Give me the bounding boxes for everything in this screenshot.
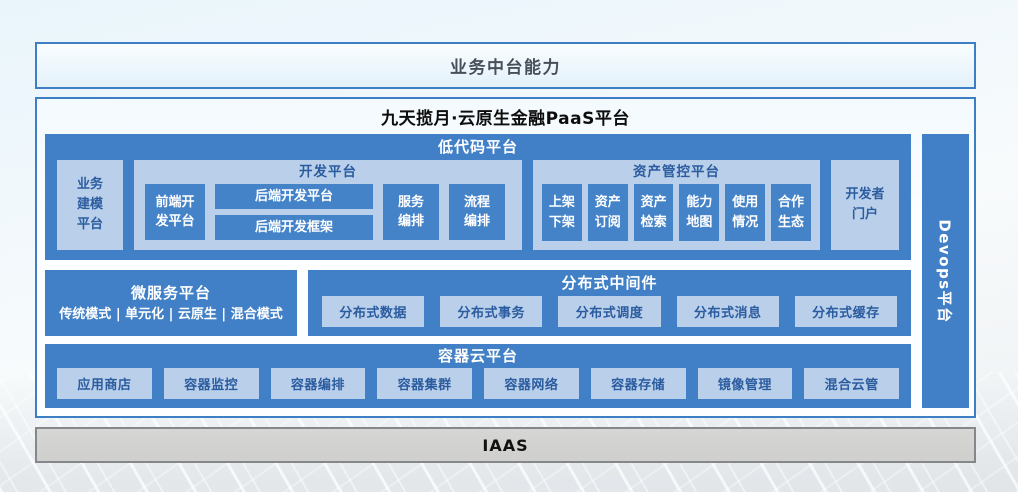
backend-stack: 后端开发平台 后端开发框架 (215, 184, 373, 240)
middleware-title: 分布式中间件 (308, 270, 911, 296)
developer-portal-box: 开发者 门户 (831, 160, 899, 250)
asset-item-capability-map: 能力 地图 (679, 184, 719, 241)
dev-platform-items: 前端开 发平台 后端开发平台 后端开发框架 服务 编排 流程 编排 (134, 184, 522, 250)
container-item-orchestration: 容器编排 (271, 368, 366, 399)
container-item-monitoring: 容器监控 (164, 368, 259, 399)
backend-dev-platform-box: 后端开发平台 (215, 184, 373, 209)
container-item-network: 容器网络 (484, 368, 579, 399)
iaas-bar: IAAS (35, 427, 976, 463)
backend-dev-framework-box: 后端开发框架 (215, 215, 373, 240)
middleware-item-messaging: 分布式消息 (677, 296, 779, 327)
asset-mgmt-items: 上架 下架 资产 订阅 资产 检索 能力 地图 使用 情况 合作 生态 (533, 184, 820, 250)
container-item-hybrid-cloud: 混合云管 (804, 368, 899, 399)
asset-item-usage: 使用 情况 (725, 184, 765, 241)
microservice-modes: 传统模式 | 单元化 | 云原生 | 混合模式 (45, 305, 297, 325)
section-microservice-platform: 微服务平台 传统模式 | 单元化 | 云原生 | 混合模式 (45, 270, 297, 336)
low-code-content-row: 业务 建模 平台 开发平台 前端开 发平台 后端开发平台 后端开发框架 服务 编… (57, 160, 899, 250)
business-modeling-platform-box: 业务 建模 平台 (57, 160, 123, 250)
middleware-items: 分布式数据 分布式事务 分布式调度 分布式消息 分布式缓存 (308, 296, 911, 336)
devops-title: Devops平台 (935, 219, 956, 323)
middleware-item-transaction: 分布式事务 (440, 296, 542, 327)
middleware-item-data: 分布式数据 (322, 296, 424, 327)
section-distributed-middleware: 分布式中间件 分布式数据 分布式事务 分布式调度 分布式消息 分布式缓存 (308, 270, 911, 336)
low-code-title: 低代码平台 (45, 134, 911, 160)
middleware-item-cache: 分布式缓存 (795, 296, 897, 327)
banner-label: 业务中台能力 (450, 53, 561, 78)
asset-item-search: 资产 检索 (634, 184, 674, 241)
container-cloud-items: 应用商店 容器监控 容器编排 容器集群 容器网络 容器存储 镜像管理 混合云管 (45, 368, 911, 408)
microservice-title: 微服务平台 (45, 281, 297, 305)
process-orchestration-box: 流程 编排 (449, 184, 505, 240)
iaas-label: IAAS (482, 436, 528, 455)
middleware-item-scheduling: 分布式调度 (558, 296, 660, 327)
service-orchestration-box: 服务 编排 (383, 184, 439, 240)
container-item-app-store: 应用商店 (57, 368, 152, 399)
asset-item-shelving: 上架 下架 (542, 184, 582, 241)
platform-title: 九天揽月·云原生金融PaaS平台 (37, 104, 974, 129)
asset-mgmt-panel: 资产管控平台 上架 下架 资产 订阅 资产 检索 能力 地图 使用 情况 合作 … (533, 160, 820, 250)
asset-mgmt-title: 资产管控平台 (533, 160, 820, 184)
architecture-diagram: 业务中台能力 九天揽月·云原生金融PaaS平台 低代码平台 业务 建模 平台 开… (0, 0, 1018, 492)
section-container-cloud-platform: 容器云平台 应用商店 容器监控 容器编排 容器集群 容器网络 容器存储 镜像管理… (45, 344, 911, 408)
container-item-image-mgmt: 镜像管理 (698, 368, 793, 399)
business-middle-platform-banner: 业务中台能力 (35, 42, 976, 89)
asset-item-subscription: 资产 订阅 (588, 184, 628, 241)
container-cloud-title: 容器云平台 (45, 344, 911, 368)
container-item-cluster: 容器集群 (377, 368, 472, 399)
dev-platform-title: 开发平台 (134, 160, 522, 184)
section-low-code-platform: 低代码平台 业务 建模 平台 开发平台 前端开 发平台 后端开发平台 后端开发框… (45, 134, 911, 260)
dev-platform-panel: 开发平台 前端开 发平台 后端开发平台 后端开发框架 服务 编排 流程 编排 (134, 160, 522, 250)
container-item-storage: 容器存储 (591, 368, 686, 399)
paas-platform-frame: 九天揽月·云原生金融PaaS平台 低代码平台 业务 建模 平台 开发平台 前端开… (35, 97, 976, 418)
section-devops-platform: Devops平台 (922, 134, 969, 408)
frontend-dev-platform-box: 前端开 发平台 (145, 184, 205, 240)
asset-item-ecosystem: 合作 生态 (771, 184, 811, 241)
